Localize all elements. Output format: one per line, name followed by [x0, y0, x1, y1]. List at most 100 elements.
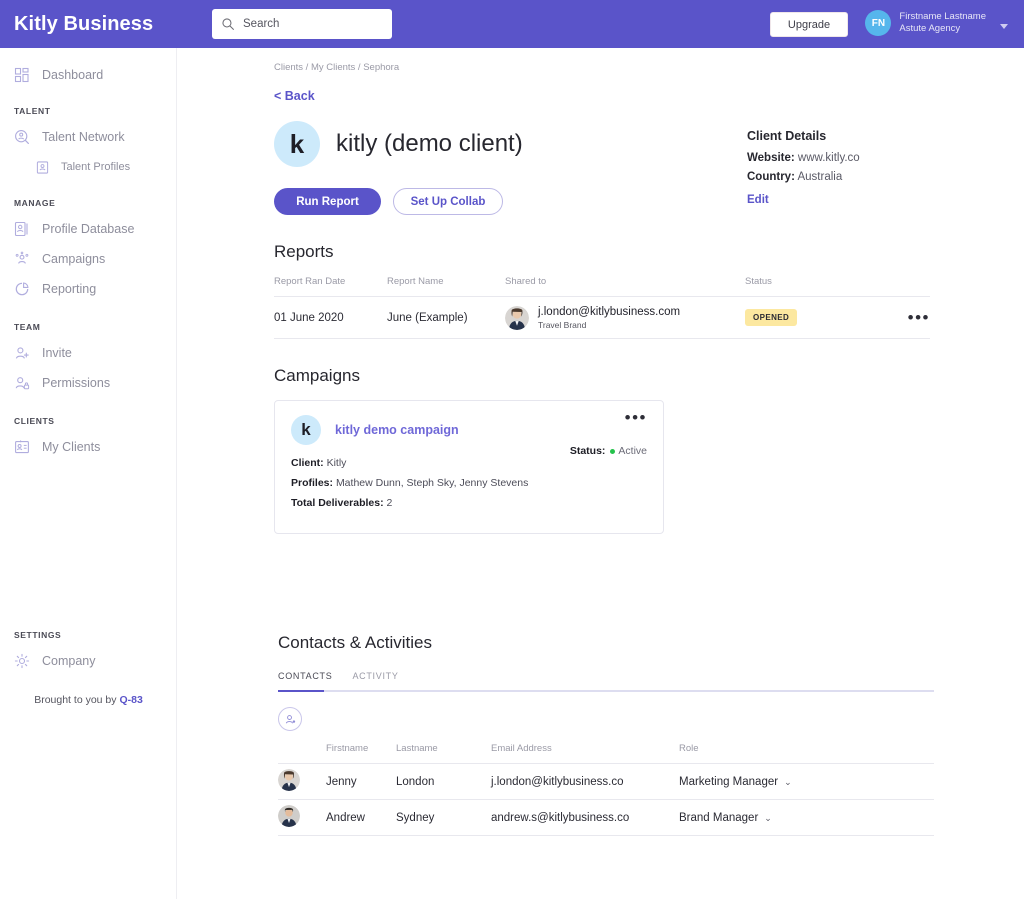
status-dot-icon: [610, 449, 615, 454]
contact-email: andrew.s@kitlybusiness.co: [491, 812, 679, 824]
campaigns-icon: [14, 251, 30, 267]
sidebar-item-talent-profiles[interactable]: Talent Profiles: [0, 152, 176, 182]
campaign-client-value: Kitly: [327, 457, 347, 469]
breadcrumb[interactable]: Clients / My Clients / Sephora: [274, 62, 1024, 73]
column-header-lastname: Lastname: [396, 743, 491, 754]
reports-table-header: Report Ran Date Report Name Shared to St…: [274, 276, 930, 297]
column-header-firstname: Firstname: [326, 743, 396, 754]
column-header-status: Status: [745, 276, 880, 287]
sidebar: Dashboard TALENT Talent Network Talent P…: [0, 48, 177, 899]
add-contact-icon: [284, 713, 297, 726]
campaign-name-link[interactable]: kitly demo campaign: [335, 423, 459, 437]
sidebar-group-clients: CLIENTS: [0, 416, 176, 426]
q83-link[interactable]: Q-83: [119, 694, 142, 706]
country-value: Australia: [797, 171, 842, 183]
sidebar-item-dashboard[interactable]: Dashboard: [0, 60, 176, 90]
sidebar-item-company[interactable]: Company: [0, 646, 176, 676]
more-horizontal-icon[interactable]: •••: [625, 409, 647, 426]
user-name: Firstname Lastname: [899, 11, 986, 23]
sidebar-item-permissions[interactable]: Permissions: [0, 368, 176, 398]
dashboard-grid-icon: [14, 67, 30, 83]
app-root: Kitly Business Upgrade FN Firstname Last…: [0, 0, 1024, 899]
report-shared-to: j.london@kitlybusiness.com Travel Brand: [505, 305, 745, 330]
tab-underline: [278, 690, 934, 692]
brought-by-text: Brought to you by: [34, 694, 119, 706]
shared-subtitle: Travel Brand: [538, 320, 680, 330]
contact-role-select[interactable]: Marketing Manager⌄: [679, 776, 879, 788]
sidebar-item-invite[interactable]: Invite: [0, 338, 176, 368]
gear-icon: [14, 653, 30, 669]
sidebar-item-my-clients[interactable]: My Clients: [0, 432, 176, 462]
more-horizontal-icon[interactable]: •••: [908, 308, 930, 327]
chevron-down-icon[interactable]: [1000, 24, 1008, 29]
campaign-client-label: Client:: [291, 457, 324, 469]
campaign-status-value: Active: [618, 445, 647, 457]
upgrade-button[interactable]: Upgrade: [770, 12, 848, 37]
main-content: Clients / My Clients / Sephora < Back k …: [177, 48, 1024, 899]
sidebar-item-label: Talent Profiles: [61, 161, 130, 173]
edit-client-link[interactable]: Edit: [747, 194, 769, 206]
sidebar-item-label: Campaigns: [42, 252, 105, 266]
shared-email: j.london@kitlybusiness.com: [538, 305, 680, 320]
campaign-profiles-label: Profiles:: [291, 477, 333, 489]
client-logo: k: [274, 121, 320, 167]
campaign-status: Status:Active: [570, 445, 647, 457]
contacts-activities-title: Contacts & Activities: [278, 633, 1024, 653]
country-label: Country:: [747, 171, 795, 183]
chevron-down-icon: ⌄: [784, 777, 792, 787]
campaign-deliverables-label: Total Deliverables:: [291, 497, 384, 509]
sidebar-item-talent-network[interactable]: Talent Network: [0, 122, 176, 152]
search-box[interactable]: [212, 9, 392, 39]
sidebar-group-settings: SETTINGS: [0, 630, 176, 640]
sidebar-item-reporting[interactable]: Reporting: [0, 274, 176, 304]
avatar: [278, 805, 300, 827]
user-plus-icon: [14, 345, 30, 361]
contacts-table: Firstname Lastname Email Address Role: [278, 743, 934, 836]
website-value: www.kitly.co: [798, 152, 860, 164]
sidebar-item-label: Reporting: [42, 282, 96, 296]
search-input[interactable]: [243, 18, 373, 30]
table-row[interactable]: 01 June 2020 June (Example): [274, 297, 930, 339]
profile-database-icon: [14, 221, 30, 237]
tab-activity[interactable]: ACTIVITY: [352, 671, 398, 690]
column-header-role: Role: [679, 743, 879, 754]
contact-lastname: London: [396, 776, 491, 788]
avatar: [278, 769, 300, 791]
sidebar-item-label: Company: [42, 654, 96, 668]
set-up-collab-button[interactable]: Set Up Collab: [393, 188, 503, 215]
tab-contacts[interactable]: CONTACTS: [278, 671, 332, 690]
sidebar-item-label: Invite: [42, 346, 72, 360]
report-status-cell: OPENED: [745, 309, 880, 326]
table-row[interactable]: Jenny London j.london@kitlybusiness.co M…: [278, 764, 934, 800]
client-website-row: Website: www.kitly.co: [747, 152, 860, 164]
column-header-email-address: Email Address: [491, 743, 679, 754]
back-link[interactable]: < Back: [274, 89, 315, 103]
client-details-title: Client Details: [747, 129, 860, 143]
search-icon: [221, 17, 235, 31]
sidebar-item-label: Dashboard: [42, 68, 103, 82]
campaign-logo: k: [291, 415, 321, 445]
sidebar-group-team: TEAM: [0, 322, 176, 332]
user-menu[interactable]: FN Firstname Lastname Astute Agency: [865, 10, 1008, 36]
contact-role-value: Brand Manager: [679, 812, 758, 824]
sidebar-item-label: Profile Database: [42, 222, 134, 236]
campaign-profiles-value: Mathew Dunn, Steph Sky, Jenny Stevens: [336, 477, 528, 489]
table-row[interactable]: Andrew Sydney andrew.s@kitlybusiness.co …: [278, 800, 934, 836]
add-contact-button[interactable]: [278, 707, 302, 731]
campaign-card[interactable]: ••• k kitly demo campaign Status:Active …: [274, 400, 664, 534]
campaigns-section-title: Campaigns: [274, 366, 1024, 386]
client-country-row: Country: Australia: [747, 171, 860, 183]
reporting-pie-icon: [14, 281, 30, 297]
sidebar-item-campaigns[interactable]: Campaigns: [0, 244, 176, 274]
status-badge: OPENED: [745, 309, 797, 326]
sidebar-item-profile-database[interactable]: Profile Database: [0, 214, 176, 244]
contact-role-select[interactable]: Brand Manager⌄: [679, 812, 879, 824]
contact-email: j.london@kitlybusiness.co: [491, 776, 679, 788]
sidebar-item-label: Talent Network: [42, 130, 125, 144]
avatar: FN: [865, 10, 891, 36]
contact-firstname: Jenny: [326, 776, 396, 788]
run-report-button[interactable]: Run Report: [274, 188, 381, 215]
user-organization: Astute Agency: [899, 23, 986, 35]
contacts-activities-section: Contacts & Activities CONTACTS ACTIVITY: [274, 633, 1024, 836]
app-brand-title: Kitly Business: [14, 13, 153, 36]
